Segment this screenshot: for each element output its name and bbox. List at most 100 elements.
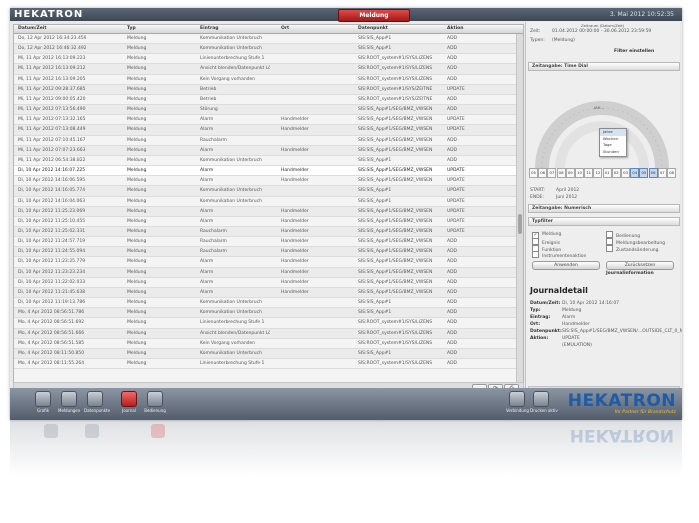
cell-action: ADD xyxy=(447,300,458,306)
col-header-datetime[interactable]: Datum/Zeit xyxy=(18,25,86,33)
bottom-toolbar: Grafik Meldungen Datenpunkte Journal Bedienu… xyxy=(10,388,682,420)
cell-entry: Alarm xyxy=(200,178,214,184)
month-tile[interactable]: 01 xyxy=(602,168,612,178)
month-tile[interactable]: 06 xyxy=(538,168,548,178)
table-row[interactable]: Mi, 11 Apr 2012 09:28:37.685 Meldung Betri… xyxy=(14,84,516,95)
month-tile[interactable]: 02 xyxy=(611,168,621,178)
table-row[interactable]: Mi, 11 Apr 2012 16:13:09.212 Meldung Ansic… xyxy=(14,64,516,75)
month-tile[interactable]: 12 xyxy=(593,168,603,178)
cell-type: Meldung xyxy=(127,56,147,62)
table-row[interactable]: Mo, 4 Apr 2012 08:11:55.264 Meldung Linien… xyxy=(14,359,516,370)
table-row[interactable]: Di, 10 Apr 2012 11:21:45.638 Meldung Alarm… xyxy=(14,287,516,299)
month-tile[interactable]: 08 xyxy=(556,168,566,178)
table-row[interactable]: Di, 10 Apr 2012 14:16:04.063 Meldung Kommu… xyxy=(14,197,516,207)
cell-datapoint: SIS:ROOT_system#1/SYS/LIZENS... xyxy=(358,66,432,72)
checkbox-box[interactable] xyxy=(606,231,613,238)
toolbar-button-datenpunkte[interactable]: Datenpunkte xyxy=(84,391,110,414)
dial-unit-dropdown[interactable]: Jahre Wochen Tage Stunden xyxy=(599,128,627,157)
toolbar-button-bedienung[interactable]: Bedienung xyxy=(144,391,166,414)
month-tile[interactable]: 11 xyxy=(584,168,594,178)
month-tile[interactable]: 09 xyxy=(565,168,575,178)
cell-type: Meldung xyxy=(127,76,147,82)
checkbox-box[interactable] xyxy=(532,251,539,258)
table-row[interactable]: Mo, 4 Apr 2012 08:56:51.666 Meldung Ansich… xyxy=(14,328,516,339)
toolbar-button-journal[interactable]: Journal xyxy=(118,391,140,414)
table-row[interactable]: Do, 12 Apr 2012 16:46:32.492 Meldung Kommu… xyxy=(14,44,516,55)
table-row[interactable]: Mi, 11 Apr 2012 07:13:56.490 Meldung Störu… xyxy=(14,105,516,116)
table-row[interactable]: Di, 10 Apr 2012 14:16:05.774 Meldung Kommu… xyxy=(14,186,516,197)
printer-icon xyxy=(533,391,549,407)
status-printer[interactable]: Drucken aktiv xyxy=(530,391,558,414)
cell-action: ADD xyxy=(447,310,458,316)
table-row[interactable]: Mo, 4 Apr 2012 08:56:51.692 Meldung Linien… xyxy=(14,318,516,329)
table-row[interactable]: Di, 10 Apr 2012 11:23:25.779 Meldung Alarm… xyxy=(14,257,516,268)
month-tile[interactable]: 03 xyxy=(621,168,630,178)
month-tile[interactable]: 04 xyxy=(630,168,640,178)
journal-detail-title: Journaldetail xyxy=(530,286,588,295)
cell-type: Meldung xyxy=(127,228,147,234)
table-row[interactable]: Di, 10 Apr 2012 11:25:10.455 Meldung Alarm… xyxy=(14,217,516,227)
checkbox-box[interactable] xyxy=(606,238,613,245)
table-row[interactable]: Mi, 11 Apr 2012 07:07:23.663 Meldung Alarm… xyxy=(14,145,516,156)
table-row[interactable]: Mi, 11 Apr 2012 07:10:45.167 Meldung Rauch… xyxy=(14,136,516,146)
month-tile[interactable]: 06 xyxy=(648,168,658,178)
dropdown-option[interactable]: Stunden xyxy=(600,149,626,156)
cell-datapoint: SIS:SIS_App#1 xyxy=(358,300,392,306)
status-network[interactable]: Verbindung xyxy=(506,391,529,414)
toolbar-label: Meldungen xyxy=(58,408,81,413)
cell-datetime: Di, 10 Apr 2012 14:16:05.774 xyxy=(18,188,86,194)
table-row[interactable]: Mi, 11 Apr 2012 16:13:09.205 Meldung Kein … xyxy=(14,75,516,85)
type-checkbox[interactable]: Zustandsänderung xyxy=(606,245,659,254)
col-header-entry[interactable]: Eintrag xyxy=(200,25,270,33)
month-selector[interactable]: 05 06 07 08 09 10 11 12 01 02 03 04 05 06 07 08 xyxy=(529,168,678,178)
table-row[interactable]: Di, 10 Apr 2012 11:24:57.719 Meldung Rauch… xyxy=(14,237,516,248)
col-header-location[interactable]: Ort xyxy=(281,25,333,33)
cell-entry: Linienunterbrechung Stufe 1 xyxy=(200,361,265,366)
toolbar-button-grafik[interactable]: Grafik xyxy=(32,391,54,414)
cell-action: ADD xyxy=(447,350,458,356)
table-row[interactable]: Mi, 11 Apr 2012 06:54:38.822 Meldung Kommu… xyxy=(14,156,516,167)
table-row[interactable]: Di, 10 Apr 2012 11:24:55.094 Meldung Rauch… xyxy=(14,247,516,258)
start-value: April 2012 xyxy=(556,188,580,193)
table-row[interactable]: Di, 10 Apr 2012 11:22:02.033 Meldung Alarm… xyxy=(14,278,516,288)
month-tile[interactable]: 07 xyxy=(657,168,667,178)
table-row[interactable]: Mo, 4 Apr 2012 08:56:51.585 Meldung Kein V… xyxy=(14,339,516,349)
alarm-indicator-button[interactable]: Meldung xyxy=(338,9,410,22)
cell-entry: Kommunikation Unterbruch xyxy=(200,198,262,204)
cell-datetime: Di, 10 Apr 2012 11:19:13.786 xyxy=(18,300,86,306)
table-row[interactable]: Di, 10 Apr 2012 11:19:13.786 Meldung Kommu… xyxy=(14,298,516,309)
toolbar-button-meldungen[interactable]: Meldungen xyxy=(58,391,80,414)
month-tile[interactable]: 05 xyxy=(529,168,538,178)
table-row[interactable]: Mi, 11 Apr 2012 07:13:32.165 Meldung Alarm… xyxy=(14,115,516,126)
filter-sidebar: Zeitraum (Datum/Zeit) Zeit: 01.04.2012 0… xyxy=(525,22,682,393)
table-row[interactable]: Di, 10 Apr 2012 11:25:02.331 Meldung Rauch… xyxy=(14,226,516,238)
col-header-action[interactable]: Aktion xyxy=(447,25,487,33)
cell-type: Meldung xyxy=(127,320,147,326)
table-row[interactable]: Mi, 11 Apr 2012 16:13:09.223 Meldung Linie… xyxy=(14,54,516,65)
section-numeric[interactable]: Zeitangabe: Numerisch xyxy=(528,204,680,213)
section-type-filter[interactable]: Typfilter xyxy=(528,217,680,226)
col-header-type[interactable]: Typ xyxy=(127,25,167,33)
scrollbar-thumb[interactable] xyxy=(518,214,522,234)
checkbox-box[interactable] xyxy=(606,245,613,252)
month-tile[interactable]: 10 xyxy=(575,168,584,178)
table-row[interactable]: Mi, 11 Apr 2012 09:00:05.420 Meldung Betri… xyxy=(14,95,516,106)
checkbox-box[interactable] xyxy=(532,238,539,245)
col-header-datapoint[interactable]: Datenpunkt xyxy=(358,25,432,33)
table-row[interactable]: Mi, 11 Apr 2012 07:13:08.449 Meldung Alarm… xyxy=(14,125,516,136)
table-row[interactable]: Mo, 4 Apr 2012 08:56:51.786 Meldung Kommun… xyxy=(14,308,516,319)
month-tile[interactable]: 07 xyxy=(547,168,557,178)
table-row[interactable]: Mo, 4 Apr 2012 08:11:50.850 Meldung Kommun… xyxy=(14,348,516,359)
table-row[interactable]: Di, 10 Apr 2012 14:16:07.225 Meldung Alarm… xyxy=(14,166,516,177)
table-row[interactable]: Di, 10 Apr 2012 11:25:23.069 Meldung Alarm… xyxy=(14,206,516,217)
table-vertical-scrollbar[interactable] xyxy=(516,34,523,382)
table-row[interactable]: Di, 10 Apr 2012 14:16:06.595 Meldung Alarm… xyxy=(14,176,516,187)
section-time-dial[interactable]: Zeitangabe: Time Dial xyxy=(528,62,680,71)
table-row[interactable]: Di, 10 Apr 2012 11:23:23.234 Meldung Alarm… xyxy=(14,267,516,278)
apply-button[interactable]: Anwenden xyxy=(532,261,600,270)
type-checkbox[interactable]: Instrumentenaktion xyxy=(532,251,586,260)
table-row[interactable]: Do, 12 Apr 2012 16:34:23.459 Meldung Kommu… xyxy=(14,34,516,45)
reset-button[interactable]: Zurücksetzen xyxy=(606,261,674,270)
month-tile[interactable]: 05 xyxy=(639,168,649,178)
month-tile[interactable]: 08 xyxy=(667,168,676,178)
